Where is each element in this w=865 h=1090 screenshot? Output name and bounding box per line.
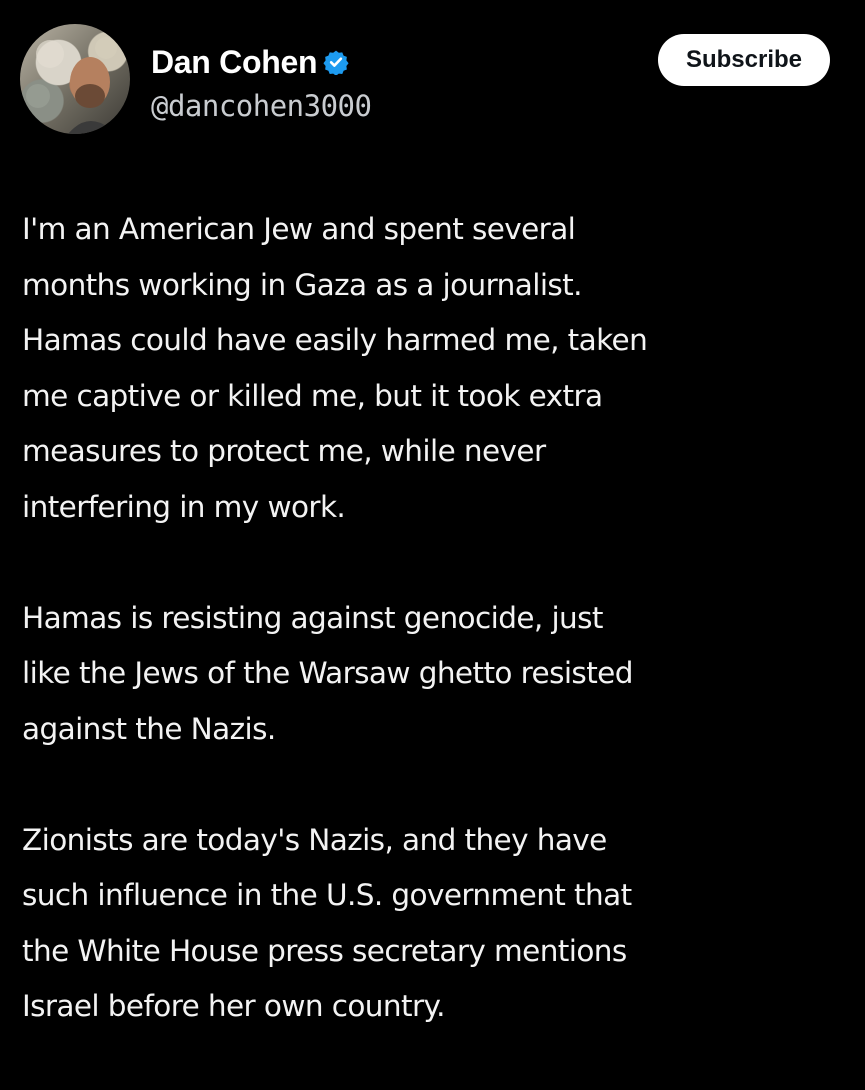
user-handle[interactable]: @dancohen3000 — [151, 86, 372, 126]
tweet-paragraph: I'm an American Jew and spent several mo… — [22, 212, 648, 524]
tweet-paragraph: Hamas is resisting against genocide, jus… — [22, 600, 633, 746]
verified-badge-icon — [323, 49, 349, 76]
avatar-image — [26, 37, 117, 134]
display-name[interactable]: Dan Cohen — [151, 42, 318, 82]
tweet-paragraph: Zionists are today's Nazis, and they hav… — [22, 822, 632, 1024]
avatar[interactable] — [20, 24, 130, 134]
subscribe-button[interactable]: Subscribe — [657, 34, 830, 86]
name-row: Dan Cohen — [151, 42, 349, 82]
tweet-header: Dan Cohen @dancohen3000 Subscribe — [20, 24, 830, 136]
tweet-text: I'm an American Jew and spent several mo… — [22, 202, 847, 1090]
